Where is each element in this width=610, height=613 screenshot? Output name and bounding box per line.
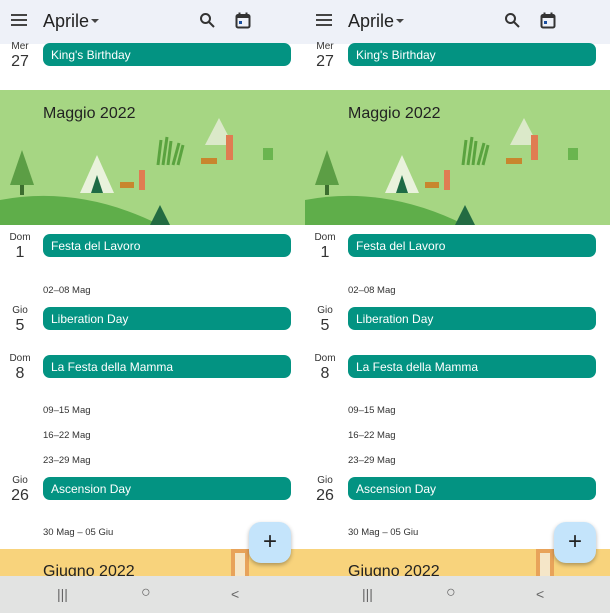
week-range: 16–22 Mag	[348, 430, 396, 441]
create-event-button[interactable]: +	[249, 522, 291, 563]
month-selector[interactable]: Aprile	[348, 11, 394, 32]
back-button[interactable]: <	[231, 586, 239, 602]
event-chip[interactable]: King's Birthday	[348, 43, 596, 66]
event-chip[interactable]: Liberation Day	[348, 307, 596, 330]
calendar-today-icon[interactable]	[235, 12, 251, 29]
week-range: 30 Mag – 05 Giu	[43, 527, 114, 538]
week-range: 23–29 Mag	[43, 455, 91, 466]
system-nav-bar: ||| ○ <	[0, 576, 305, 613]
day-number: 26	[316, 487, 334, 504]
search-icon[interactable]	[504, 12, 520, 28]
month-banner-may: Maggio 2022	[305, 90, 610, 225]
day-name: Gio	[317, 305, 333, 316]
date-label: Gio 26	[305, 475, 345, 505]
day-number: 8	[320, 365, 330, 382]
app-header: Aprile	[0, 0, 305, 44]
home-button[interactable]: ○	[141, 584, 151, 602]
app-header: Aprile	[305, 0, 610, 44]
day-number: 26	[11, 487, 29, 504]
menu-icon[interactable]	[316, 14, 332, 26]
day-number: 27	[316, 53, 334, 70]
day-name: Dom	[9, 232, 31, 243]
dropdown-caret-icon[interactable]	[396, 19, 404, 23]
day-name: Gio	[317, 475, 333, 486]
week-range: 23–29 Mag	[348, 455, 396, 466]
day-number: 5	[320, 317, 330, 334]
day-name: Mer	[316, 41, 334, 52]
day-name: Dom	[314, 232, 336, 243]
back-button[interactable]: <	[536, 586, 544, 602]
month-title: Maggio 2022	[43, 105, 136, 122]
recent-apps-button[interactable]: |||	[57, 586, 68, 602]
day-name: Gio	[12, 305, 28, 316]
week-range: 16–22 Mag	[43, 430, 91, 441]
date-label: Gio 5	[0, 305, 40, 335]
create-event-button[interactable]: +	[554, 522, 596, 563]
day-number: 1	[15, 244, 25, 261]
recent-apps-button[interactable]: |||	[362, 586, 373, 602]
day-number: 8	[15, 365, 25, 382]
week-range: 02–08 Mag	[348, 285, 396, 296]
day-name: Dom	[9, 353, 31, 364]
event-chip[interactable]: Liberation Day	[43, 307, 291, 330]
event-chip[interactable]: Ascension Day	[43, 477, 291, 500]
date-label: Gio 5	[305, 305, 345, 335]
month-title: Maggio 2022	[348, 105, 441, 122]
day-name: Dom	[314, 353, 336, 364]
date-label: Dom 1	[305, 232, 345, 262]
event-chip[interactable]: La Festa della Mamma	[43, 355, 291, 378]
date-label: Dom 8	[305, 353, 345, 383]
menu-icon[interactable]	[11, 14, 27, 26]
week-range: 02–08 Mag	[43, 285, 91, 296]
event-chip[interactable]: Ascension Day	[348, 477, 596, 500]
date-label: Mer 27	[0, 41, 40, 71]
event-chip[interactable]: Festa del Lavoro	[348, 234, 596, 257]
day-name: Gio	[12, 475, 28, 486]
week-range: 30 Mag – 05 Giu	[348, 527, 419, 538]
day-number: 1	[320, 244, 330, 261]
calendar-pane: Aprile Mer 27 King's Birthday Maggio 2022…	[0, 0, 305, 613]
day-number: 5	[15, 317, 25, 334]
home-button[interactable]: ○	[446, 584, 456, 602]
week-range: 09–15 Mag	[43, 405, 91, 416]
date-label: Mer 27	[305, 41, 345, 71]
event-chip[interactable]: King's Birthday	[43, 43, 291, 66]
week-range: 09–15 Mag	[348, 405, 396, 416]
month-banner-may: Maggio 2022	[0, 90, 305, 225]
date-label: Dom 8	[0, 353, 40, 383]
date-label: Gio 26	[0, 475, 40, 505]
event-chip[interactable]: La Festa della Mamma	[348, 355, 596, 378]
calendar-pane-duplicate: Aprile Mer 27 King's Birthday Maggio 2022…	[305, 0, 610, 613]
month-selector[interactable]: Aprile	[43, 11, 89, 32]
dropdown-caret-icon[interactable]	[91, 19, 99, 23]
calendar-today-icon[interactable]	[540, 12, 556, 29]
system-nav-bar: ||| ○ <	[305, 576, 610, 613]
date-label: Dom 1	[0, 232, 40, 262]
day-number: 27	[11, 53, 29, 70]
search-icon[interactable]	[199, 12, 215, 28]
day-name: Mer	[11, 41, 29, 52]
event-chip[interactable]: Festa del Lavoro	[43, 234, 291, 257]
